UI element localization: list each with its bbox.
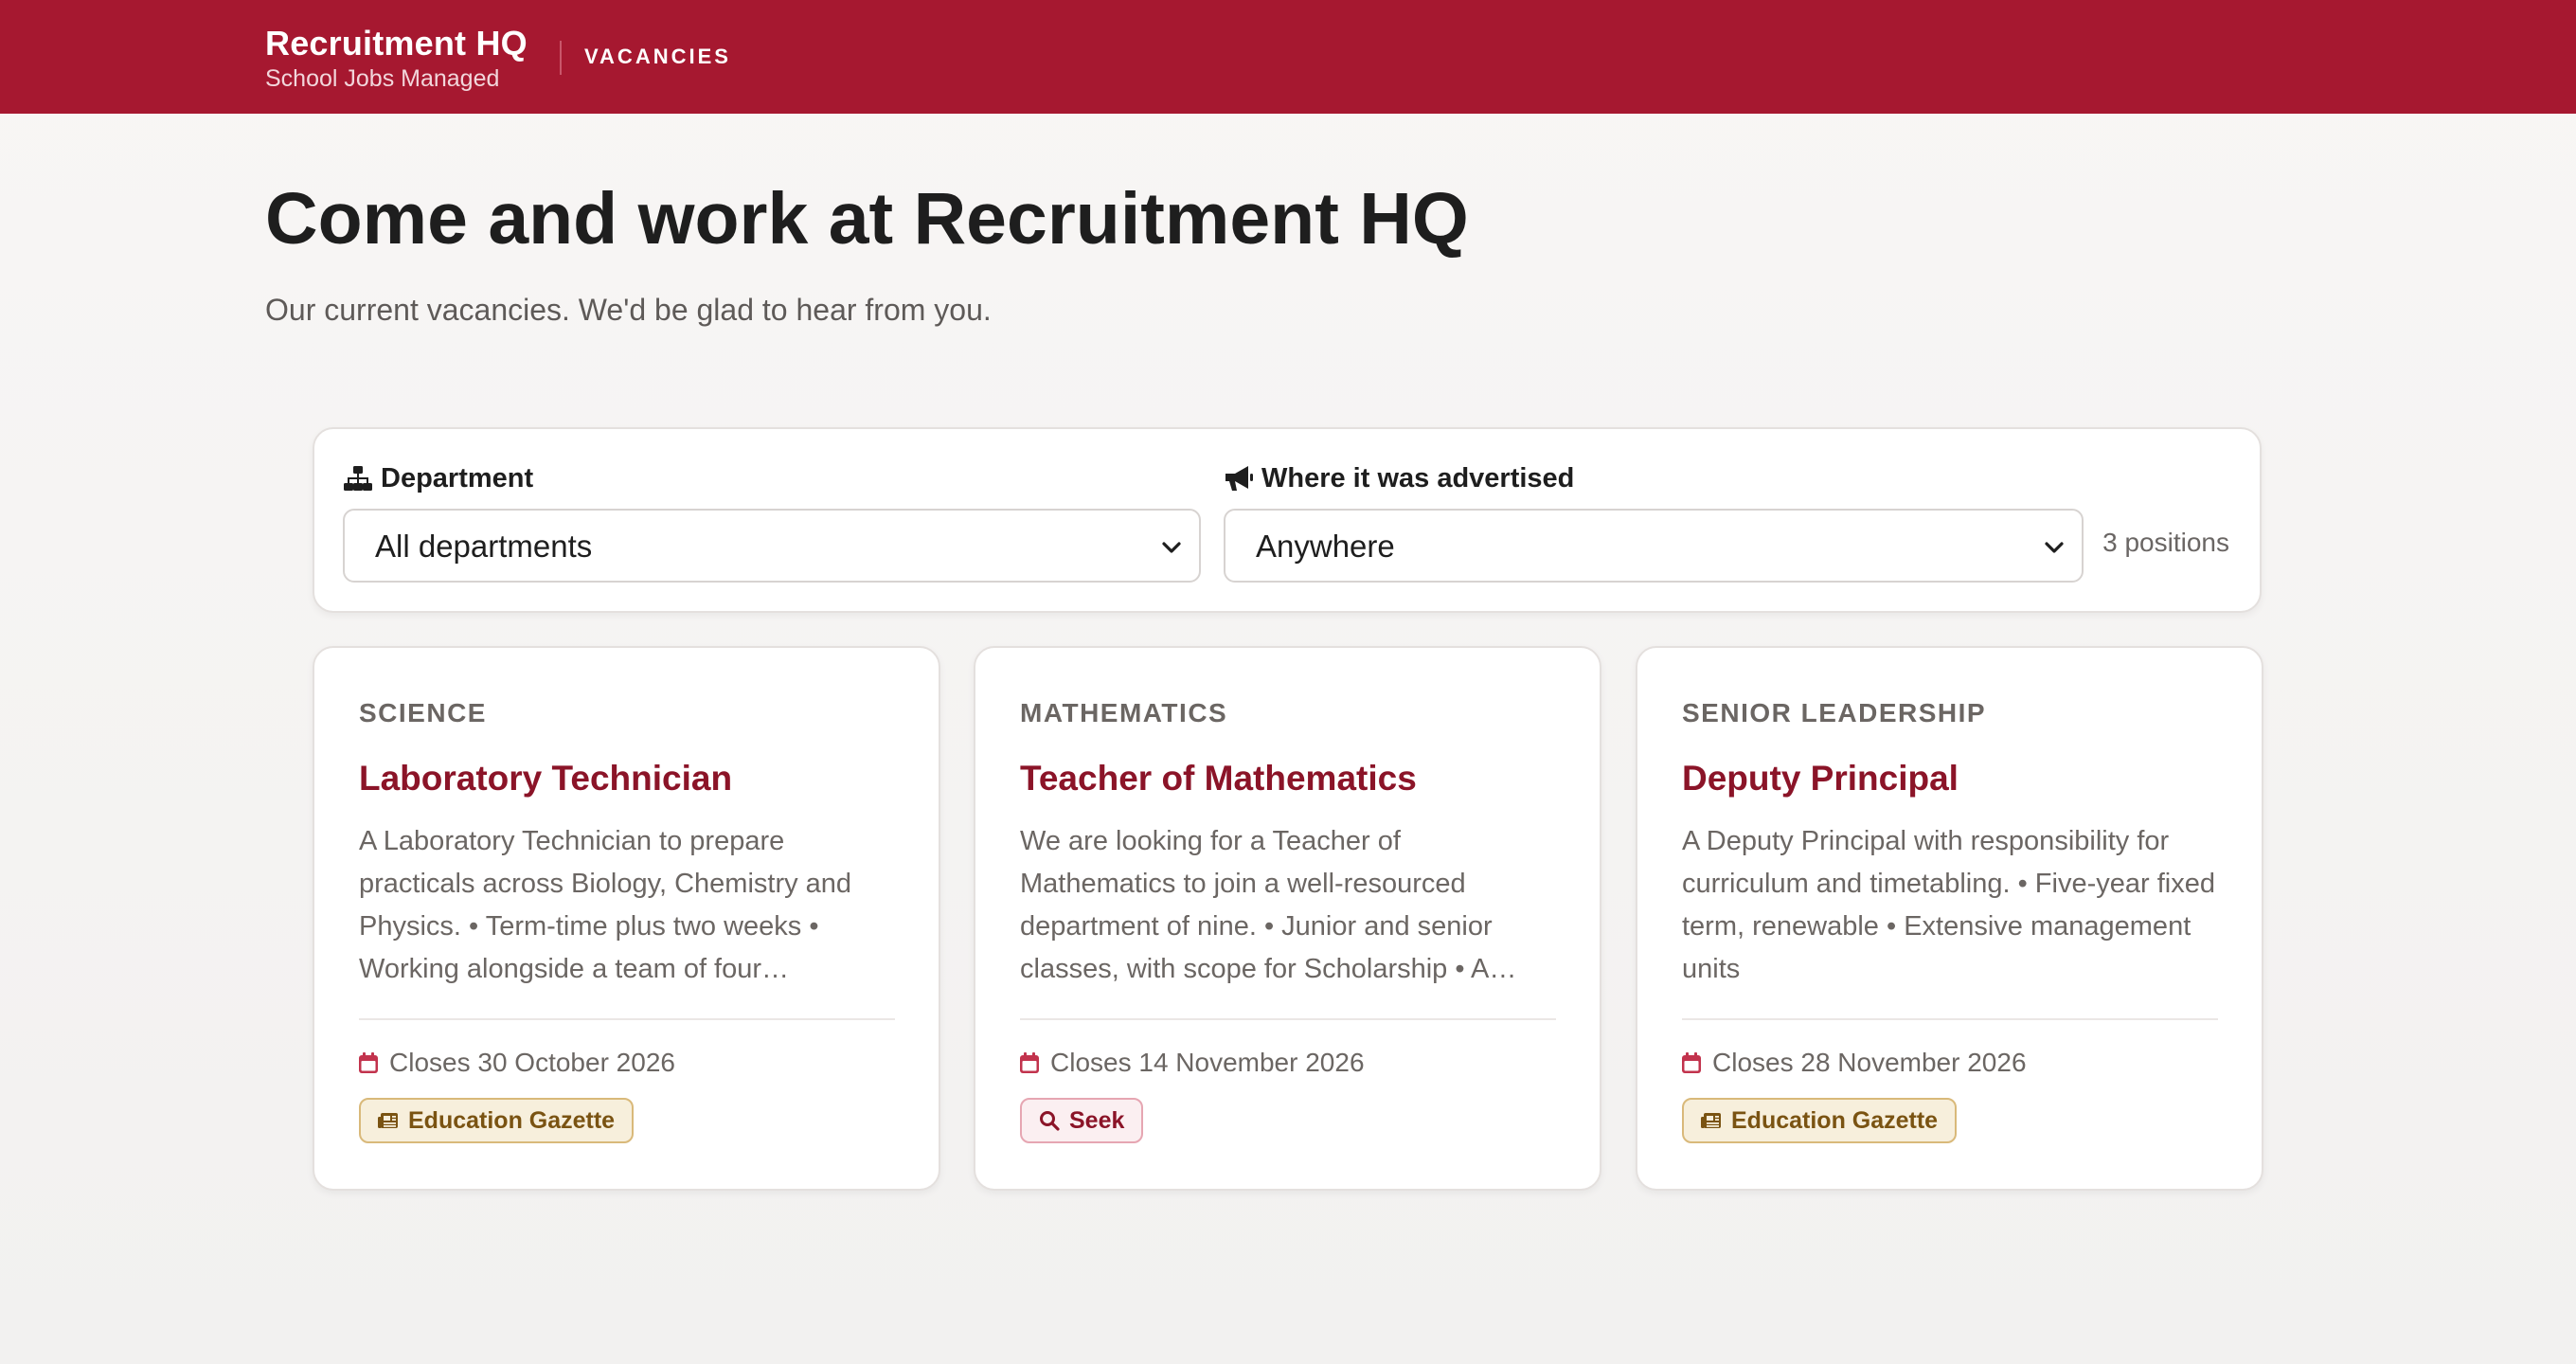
source-badge-text: Education Gazette xyxy=(1731,1106,1939,1134)
vacancy-title[interactable]: Laboratory Technician xyxy=(359,757,732,800)
brand[interactable]: Recruitment HQ School Jobs Managed xyxy=(265,23,528,93)
department-select[interactable]: All departments xyxy=(343,509,1201,583)
vacancy-department: SCIENCE xyxy=(359,698,487,727)
source-badge-text: Education Gazette xyxy=(408,1106,616,1134)
calendar-icon xyxy=(359,1052,378,1073)
card-divider xyxy=(1020,1018,1556,1020)
page-subtitle: Our current vacancies. We'd be glad to h… xyxy=(265,293,992,327)
brand-name: Recruitment HQ xyxy=(265,24,528,63)
vacancy-card[interactable]: SENIOR LEADERSHIP Deputy Principal A Dep… xyxy=(1636,646,2263,1191)
filter-panel: Department All departments Where it was … xyxy=(313,427,2262,613)
vacancy-description: We are looking for a Teacher of Mathemat… xyxy=(1020,826,1517,984)
search-icon xyxy=(1040,1111,1060,1131)
vacancy-department: MATHEMATICS xyxy=(1020,698,1228,727)
chevron-down-icon xyxy=(1162,542,1181,553)
positions-count: 3 positions xyxy=(2102,528,2229,557)
closing-date-text: Closes 28 November 2026 xyxy=(1712,1048,2027,1077)
closing-date-text: Closes 30 October 2026 xyxy=(389,1048,675,1077)
nav-link-vacancies[interactable]: VACANCIES xyxy=(584,44,731,70)
calendar-icon xyxy=(1020,1052,1039,1073)
page-title: Come and work at Recruitment HQ xyxy=(265,178,1469,260)
card-divider xyxy=(1682,1018,2218,1020)
calendar-icon xyxy=(1682,1052,1701,1073)
department-select-value: All departments xyxy=(375,529,593,564)
advertised-filter-label: Where it was advertised xyxy=(1224,461,1574,495)
newspaper-icon xyxy=(1701,1113,1721,1128)
vacancy-description: A Laboratory Technician to prepare pract… xyxy=(359,826,852,984)
source-badge: Education Gazette xyxy=(1682,1098,1958,1143)
department-label-text: Department xyxy=(381,463,534,494)
source-badge-text: Seek xyxy=(1069,1106,1125,1134)
vacancy-card[interactable]: MATHEMATICS Teacher of Mathematics We ar… xyxy=(974,646,1601,1191)
vacancy-department: SENIOR LEADERSHIP xyxy=(1682,698,1987,727)
vacancy-card[interactable]: SCIENCE Laboratory Technician A Laborato… xyxy=(313,646,940,1191)
brand-tagline: School Jobs Managed xyxy=(265,65,500,92)
source-badge: Seek xyxy=(1020,1098,1144,1143)
megaphone-icon xyxy=(1225,466,1253,491)
vacancy-closing-date: Closes 28 November 2026 xyxy=(1682,1046,2027,1080)
advertised-select[interactable]: Anywhere xyxy=(1224,509,2084,583)
vacancy-description: A Deputy Principal with responsibility f… xyxy=(1682,826,2215,984)
department-filter-label: Department xyxy=(343,461,533,495)
card-divider xyxy=(359,1018,895,1020)
source-badge: Education Gazette xyxy=(359,1098,635,1143)
chevron-down-icon xyxy=(2045,542,2064,553)
vacancy-title[interactable]: Teacher of Mathematics xyxy=(1020,757,1417,800)
top-bar: Recruitment HQ School Jobs Managed VACAN… xyxy=(0,0,2576,114)
newspaper-icon xyxy=(378,1113,398,1128)
vacancy-closing-date: Closes 30 October 2026 xyxy=(359,1046,675,1080)
vacancy-title[interactable]: Deputy Principal xyxy=(1682,757,1959,800)
sitemap-icon xyxy=(344,466,372,491)
advertised-select-value: Anywhere xyxy=(1256,529,1395,564)
nav-divider xyxy=(560,41,562,75)
closing-date-text: Closes 14 November 2026 xyxy=(1050,1048,1365,1077)
vacancy-closing-date: Closes 14 November 2026 xyxy=(1020,1046,1365,1080)
advertised-label-text: Where it was advertised xyxy=(1261,463,1575,494)
